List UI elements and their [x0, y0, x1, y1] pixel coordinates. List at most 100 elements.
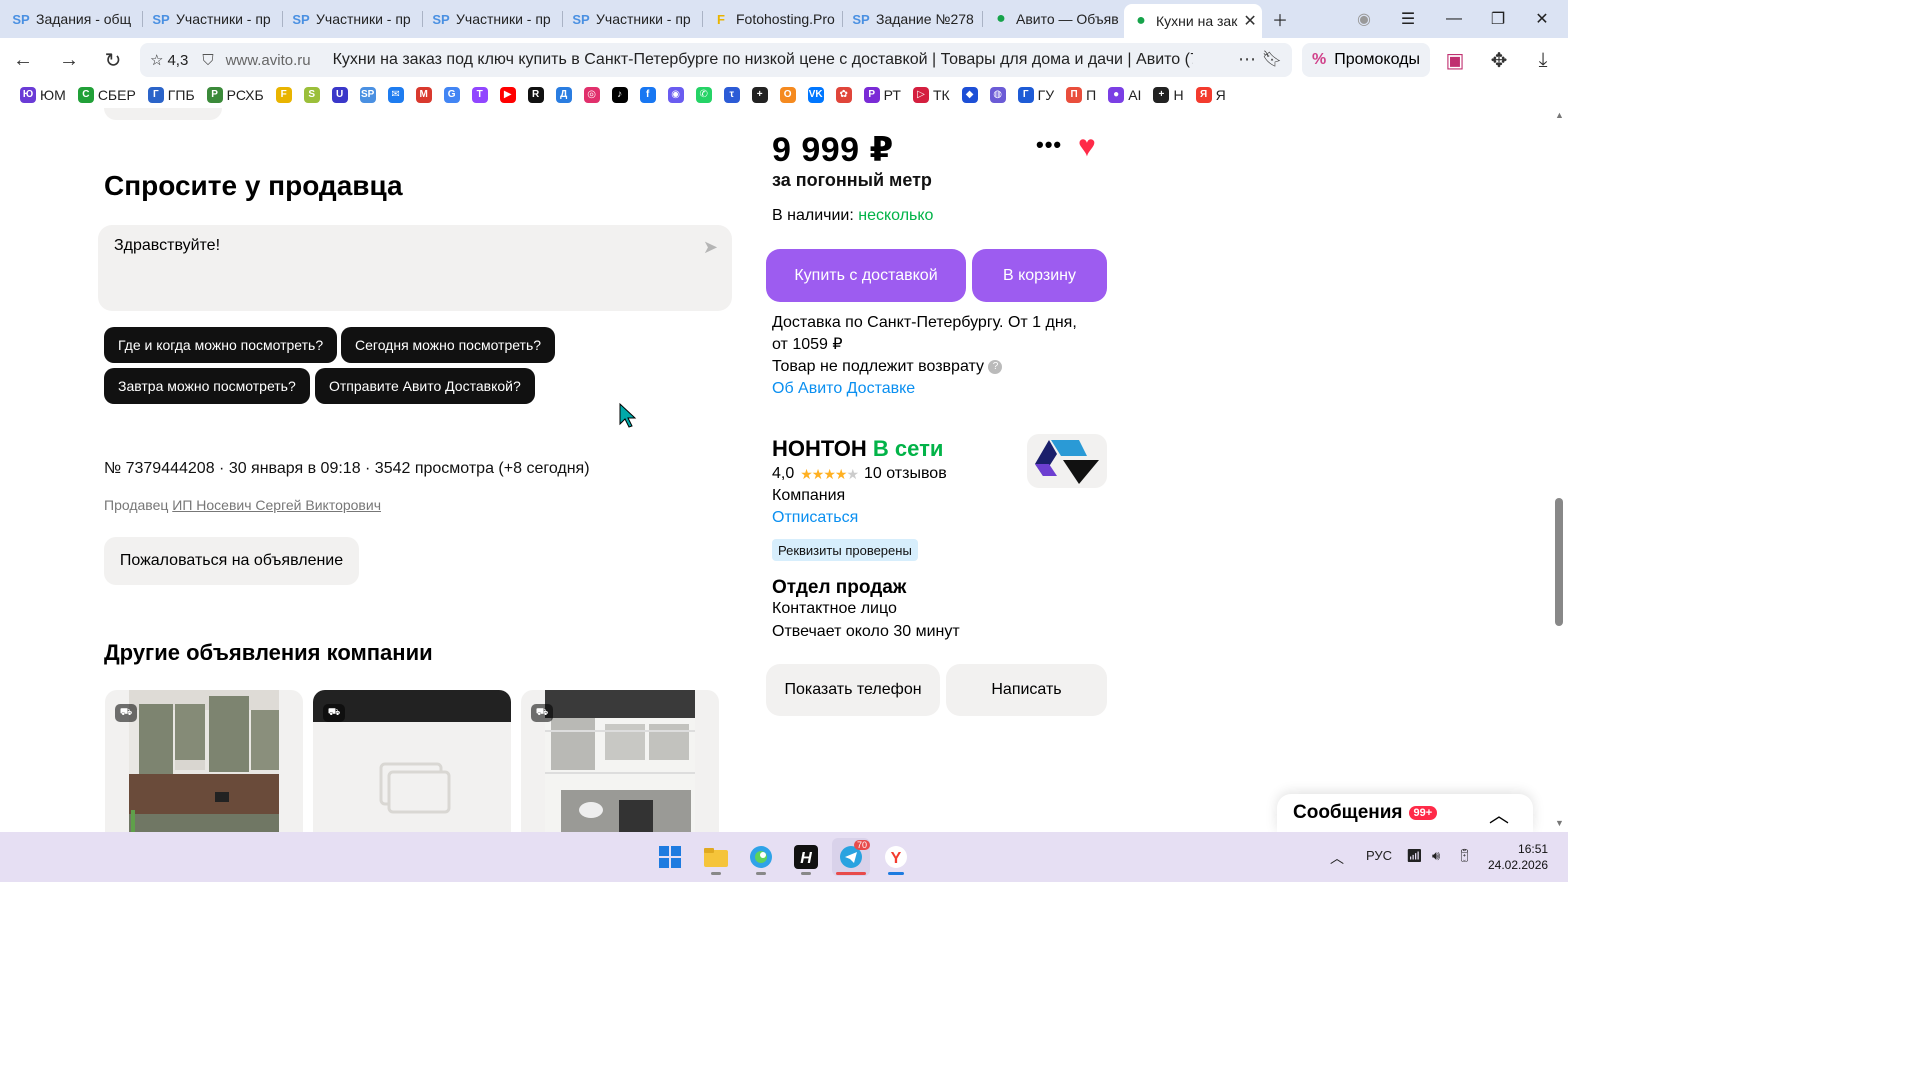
bookmark-item[interactable]: С СБЕР — [72, 83, 142, 107]
bookmark-icon[interactable]: 🔖︎ — [1262, 49, 1282, 69]
browser-tab[interactable]: SP Участники - пр — [564, 4, 700, 34]
listing-card[interactable]: ⛟ — [105, 690, 303, 832]
browser-tab[interactable]: SP Задания - общ — [4, 4, 140, 34]
help-icon[interactable]: ? — [988, 359, 1003, 374]
bookmark-item[interactable]: ▶ — [494, 83, 522, 107]
download-icon[interactable]: ⤓ — [1528, 46, 1558, 74]
seller-name-text[interactable]: НОНТОН — [772, 436, 867, 461]
browser-tab[interactable]: SP Задание №278 — [844, 4, 980, 34]
bookmark-item[interactable]: ✆ — [690, 83, 718, 107]
promo-button[interactable]: % Промокоды — [1302, 43, 1430, 77]
more-options-icon[interactable]: ••• — [1036, 132, 1062, 158]
menu-icon[interactable]: ☰ — [1394, 6, 1422, 32]
bookmark-item[interactable]: τ — [718, 83, 746, 107]
tab-close-icon[interactable]: ✕ — [1243, 11, 1256, 31]
bookmark-item[interactable]: ◍ — [984, 83, 1012, 107]
yandex-browser-icon[interactable]: Y — [877, 838, 915, 876]
clock[interactable]: 16:51 24.02.2026 — [1488, 841, 1548, 873]
file-explorer-icon[interactable] — [697, 838, 735, 876]
quick-question-chip[interactable]: Завтра можно посмотреть? — [104, 368, 310, 404]
bookmark-item[interactable]: VK — [802, 83, 830, 107]
new-tab-icon[interactable]: ＋ — [1266, 6, 1294, 32]
image-icon[interactable]: ▣ — [1440, 46, 1470, 74]
quick-question-chip[interactable]: Где и когда можно посмотреть? — [104, 327, 338, 363]
bookmark-item[interactable]: ПП — [1060, 83, 1102, 107]
bookmark-item[interactable]: + Н — [1147, 83, 1189, 107]
messages-widget[interactable]: Сообщения 99+ ︿ — [1277, 794, 1533, 832]
bookmark-item[interactable]: M — [410, 83, 438, 107]
address-bar[interactable]: ☆ 4,3 ⛉ www.avito.ru Кухни на заказ под … — [140, 43, 1292, 77]
bookmark-item[interactable]: Г ГПБ — [142, 83, 201, 107]
browser-tab[interactable]: SP Участники - пр — [144, 4, 280, 34]
reviews-count[interactable]: 10 отзывов — [864, 465, 947, 483]
unsubscribe-link[interactable]: Отписаться — [772, 509, 858, 527]
bookmark-item[interactable]: ◉ — [662, 83, 690, 107]
battery-icon[interactable]: 🔋︎ — [1456, 848, 1473, 864]
partial-button[interactable] — [104, 108, 222, 120]
restore-icon[interactable]: ❐ — [1484, 6, 1512, 32]
browser-tab[interactable]: SP Участники - пр — [424, 4, 560, 34]
chevron-up-icon[interactable]: ︿ — [1489, 799, 1509, 828]
bookmark-item[interactable]: ЯЯ — [1190, 83, 1232, 107]
browser-tab[interactable]: F Fotohosting.Pro — [704, 4, 840, 34]
shield-icon[interactable]: ⛉ — [202, 52, 213, 69]
listing-card[interactable]: ⛟ — [313, 690, 511, 832]
complain-button[interactable]: Пожаловаться на объявление — [104, 537, 359, 585]
bookmark-item[interactable]: f — [634, 83, 662, 107]
telegram-icon[interactable]: 70 — [832, 838, 871, 876]
site-rating[interactable]: ☆ 4,3 — [150, 51, 188, 70]
profile-icon[interactable]: ◉ — [1350, 6, 1378, 32]
scroll-up-icon[interactable]: ▲ — [1555, 110, 1564, 120]
back-icon[interactable]: ← — [8, 46, 38, 74]
close-window-icon[interactable]: ✕ — [1528, 6, 1556, 32]
reload-icon[interactable]: ↻ — [98, 46, 128, 74]
bookmark-item[interactable]: S — [298, 83, 326, 107]
send-icon[interactable]: ➤ — [703, 237, 718, 258]
scroll-down-icon[interactable]: ▼ — [1555, 818, 1564, 828]
browser-tab[interactable]: ● Авито — Объяв — [984, 4, 1120, 34]
bookmark-item[interactable]: Ю ЮМ — [14, 83, 72, 107]
start-icon[interactable] — [651, 838, 689, 876]
more-icon[interactable]: ⋯ — [1238, 49, 1256, 70]
seller-name[interactable]: НОНТОН В сети — [772, 436, 943, 462]
page-scrollbar[interactable]: ▲ ▼ — [1552, 108, 1568, 832]
bookmark-item[interactable]: ♪ — [606, 83, 634, 107]
bookmark-item[interactable]: О — [774, 83, 802, 107]
bookmark-item[interactable]: R — [522, 83, 550, 107]
about-delivery-link[interactable]: Об Авито Доставке — [772, 378, 1092, 400]
bookmark-item[interactable]: T — [466, 83, 494, 107]
buy-with-delivery-button[interactable]: Купить с доставкой — [766, 249, 966, 302]
wifi-icon[interactable]: 📶︎ — [1406, 848, 1423, 864]
show-phone-button[interactable]: Показать телефон — [766, 664, 940, 716]
browser-tab[interactable]: SP Участники - пр — [284, 4, 420, 34]
message-input[interactable]: Здравствуйте! ➤ — [98, 225, 732, 311]
bookmark-item[interactable]: ◆ — [956, 83, 984, 107]
bookmark-item[interactable]: ◎ — [578, 83, 606, 107]
extensions-icon[interactable]: ✥ — [1484, 46, 1514, 74]
bookmark-item[interactable]: ▷ ТК — [907, 83, 956, 107]
seller-logo[interactable] — [1027, 434, 1107, 488]
volume-icon[interactable]: 🔊︎ — [1432, 848, 1440, 864]
bookmark-item[interactable]: ✿ — [830, 83, 858, 107]
bookmark-item[interactable]: G — [438, 83, 466, 107]
bookmark-item[interactable]: U — [326, 83, 354, 107]
bookmark-item[interactable]: Г ГУ — [1012, 83, 1060, 107]
seller-rating[interactable]: 4,0 ★★★★★ 10 отзывов — [772, 465, 947, 483]
app-h-icon[interactable]: H — [787, 838, 825, 876]
write-message-button[interactable]: Написать — [946, 664, 1107, 716]
bookmark-item[interactable]: Р РСХБ — [201, 83, 270, 107]
bookmark-item[interactable]: ● AI — [1102, 83, 1147, 107]
bookmark-item[interactable]: Д — [550, 83, 578, 107]
forward-icon[interactable]: → — [54, 46, 84, 74]
favorite-heart-icon[interactable]: ♥ — [1078, 130, 1096, 164]
browser-edge-icon[interactable] — [742, 838, 780, 876]
browser-tab-active[interactable]: ● Кухни на зак ✕ — [1124, 4, 1262, 38]
bookmark-item[interactable]: F — [270, 83, 298, 107]
bookmark-item[interactable]: + — [746, 83, 774, 107]
add-to-cart-button[interactable]: В корзину — [972, 249, 1107, 302]
language-indicator[interactable]: РУС — [1366, 848, 1392, 863]
quick-question-chip[interactable]: Сегодня можно посмотреть? — [341, 327, 556, 363]
bookmark-item[interactable]: Р РТ — [858, 83, 907, 107]
quick-question-chip[interactable]: Отправите Авито Доставкой? — [315, 368, 535, 404]
listing-card[interactable]: ⛟ — [521, 690, 719, 832]
